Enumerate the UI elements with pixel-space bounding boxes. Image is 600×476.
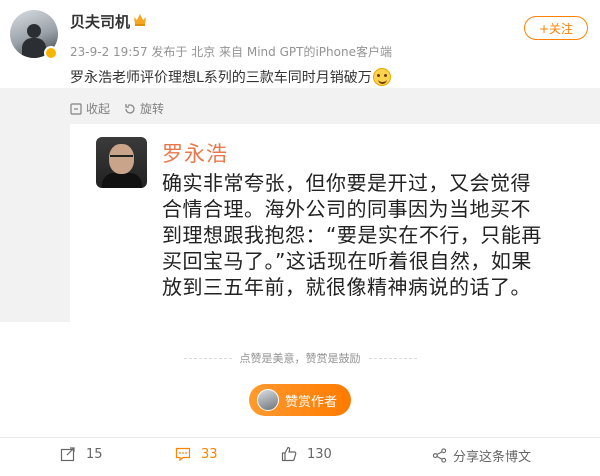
avatar-figure-body [22,38,46,58]
quote-line: 合情合理。海外公司的同事因为当地买不 [162,197,531,221]
tip-divider-left [183,357,232,359]
comment-button[interactable]: 33 [175,446,218,462]
rotate-button[interactable]: 旋转 [124,100,164,117]
reward-avatar [257,389,279,411]
comment-icon [175,447,191,462]
tip-divider-right [368,357,417,359]
post-text: 罗永浩老师评价理想L系列的三款车同时月销破万 [70,67,391,87]
reward-author-button[interactable]: 赞赏作者 [249,384,351,416]
comment-count: 33 [201,446,218,462]
weibo-post: 贝夫司机 23-9-2 19:57 发布于 北京 来自 Mind GPT的iPh… [0,0,600,476]
quote-avatar-glasses [110,155,133,161]
collapse-button[interactable]: 收起 [70,100,110,117]
quote-avatar [96,137,147,188]
collapse-label: 收起 [86,102,111,116]
repost-button[interactable]: 15 [60,446,103,462]
quote-text: 确实非常夸张，但你要是开过，又会觉得 合情合理。海外公司的同事因为当地买不 到理… [162,170,582,300]
follow-button-label: +关注 [538,21,574,36]
quote-line: 买回宝马了。”这话现在听着很自然，如果 [162,249,532,273]
author-name[interactable]: 贝夫司机 [70,11,130,32]
action-bar: 15 33 130 分享这条博文 [0,446,600,468]
avatar-figure-head [27,24,41,38]
repost-icon [60,447,75,462]
reward-label: 赞赏作者 [285,394,338,410]
quote-line: 到理想跟我抱怨：“要是实在不行，只能再 [162,223,542,247]
image-toolbar: 收起 旋转 [70,100,164,117]
thumbs-up-icon [281,446,297,462]
tip-line: 点赞是美意，赞赏是鼓励 [0,350,600,366]
share-button[interactable]: 分享这条博文 [432,446,531,465]
collapse-icon [70,102,82,115]
share-icon [432,448,447,463]
action-bar-divider [0,437,600,438]
share-label: 分享这条博文 [453,450,532,465]
follow-button[interactable]: +关注 [524,16,588,40]
tip-text: 点赞是美意，赞赏是鼓励 [239,352,361,365]
post-meta: 23-9-2 19:57 发布于 北京 来自 Mind GPT的iPhone客户… [70,45,392,59]
post-text-content: 罗永浩老师评价理想L系列的三款车同时月销破万 [70,70,372,86]
crown-icon [134,14,146,26]
repost-count: 15 [86,446,103,462]
like-count: 130 [307,446,332,462]
smile-emoji-icon [372,68,391,86]
quote-line: 确实非常夸张，但你要是开过，又会觉得 [162,171,531,195]
verified-badge-icon [44,46,58,60]
rotate-icon [125,103,135,114]
quote-avatar-shirt [102,173,142,188]
rotate-label: 旋转 [140,102,165,116]
quote-line: 放到三五年前，就很像精神病说的话了。 [162,275,531,299]
quote-author-name: 罗永浩 [162,142,228,166]
like-button[interactable]: 130 [281,446,332,462]
